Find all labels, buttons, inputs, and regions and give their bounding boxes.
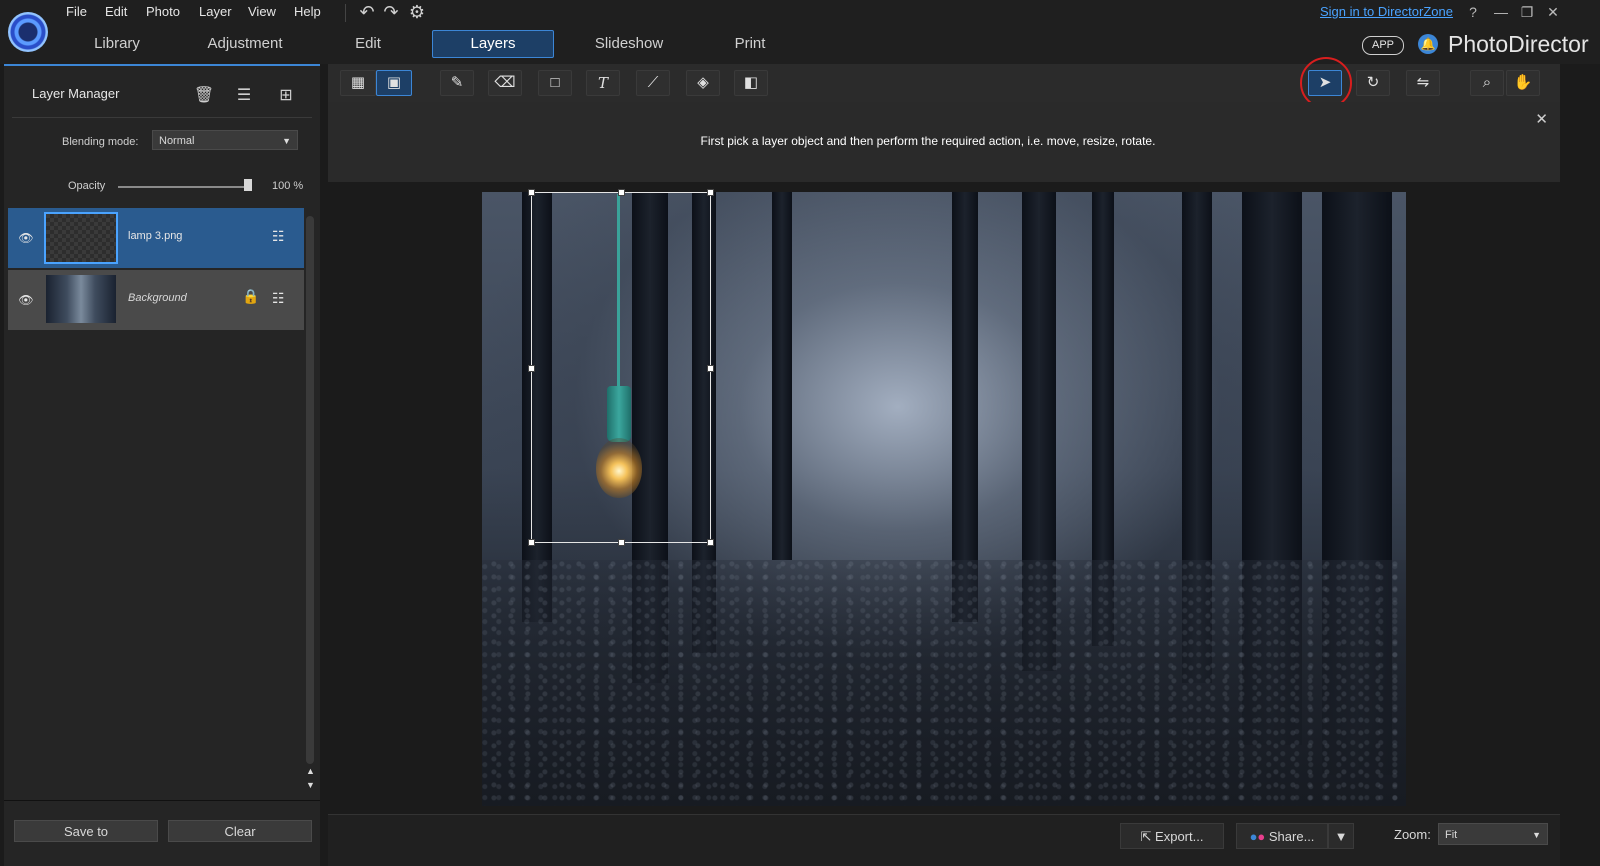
layer-name: Background bbox=[128, 292, 187, 304]
add-layer-icon[interactable]: ⊞ bbox=[274, 84, 298, 108]
resize-handle[interactable] bbox=[618, 539, 625, 546]
tab-layers[interactable]: Layers bbox=[432, 30, 554, 58]
zoom-value: Fit bbox=[1445, 829, 1458, 841]
tree-trunk bbox=[772, 192, 792, 561]
export-button[interactable]: ⇱ Export... bbox=[1120, 823, 1224, 849]
close-button[interactable]: ✕ bbox=[1542, 2, 1564, 22]
panel-divider bbox=[4, 800, 320, 801]
rectangle-icon[interactable]: □ bbox=[538, 70, 572, 96]
forest-floor bbox=[482, 560, 1406, 806]
save-to-button[interactable]: Save to bbox=[14, 820, 158, 842]
close-icon[interactable]: ✕ bbox=[1535, 110, 1548, 128]
menu-layer[interactable]: Layer bbox=[199, 2, 232, 22]
selection-box[interactable] bbox=[528, 189, 714, 546]
layer-row-background[interactable]: 👁 Background 🔒 ☷ bbox=[8, 270, 304, 330]
share-button[interactable]: ●● Share... bbox=[1236, 823, 1328, 849]
blending-mode-value: Normal bbox=[159, 135, 195, 147]
opacity-slider-track[interactable] bbox=[118, 186, 252, 188]
pan-hand-icon[interactable]: ✋ bbox=[1506, 70, 1540, 96]
share-dropdown-button[interactable]: ▼ bbox=[1328, 823, 1354, 849]
opacity-slider-thumb[interactable] bbox=[244, 179, 252, 191]
layer-manager-panel: Layer Manager 🗑 ☰ ⊞ Blending mode: Norma… bbox=[4, 64, 320, 866]
top-bar: File Edit Photo Layer View Help ↶ ↷ ⚙ Li… bbox=[0, 0, 1600, 64]
help-button[interactable]: ? bbox=[1462, 2, 1484, 22]
resize-handle[interactable] bbox=[707, 365, 714, 372]
image-mode-icon[interactable]: ▣ bbox=[376, 70, 412, 96]
resize-handle[interactable] bbox=[618, 189, 625, 196]
app-logo-icon bbox=[8, 12, 48, 52]
scroll-down-icon[interactable]: ▼ bbox=[306, 780, 315, 790]
app-badge[interactable]: APP bbox=[1362, 36, 1404, 55]
share-label: Share... bbox=[1268, 829, 1315, 844]
restore-button[interactable]: ❐ bbox=[1516, 2, 1538, 22]
text-icon[interactable]: T bbox=[586, 70, 620, 96]
opacity-value: 100 % bbox=[272, 180, 304, 192]
menu-edit[interactable]: Edit bbox=[105, 2, 127, 22]
resize-handle[interactable] bbox=[707, 539, 714, 546]
layer-properties-icon[interactable]: ☷ bbox=[272, 290, 285, 307]
panel-title: Layer Manager bbox=[32, 86, 120, 101]
gear-icon[interactable]: ⚙ bbox=[406, 0, 428, 24]
menu-photo[interactable]: Photo bbox=[146, 2, 180, 22]
zoom-label: Zoom: bbox=[1394, 827, 1431, 842]
resize-handle[interactable] bbox=[528, 189, 535, 196]
eraser-icon[interactable]: ⌫ bbox=[488, 70, 522, 96]
redo-icon[interactable]: ↷ bbox=[380, 0, 402, 24]
gradient-icon[interactable]: ◧ bbox=[734, 70, 768, 96]
sign-in-link[interactable]: Sign in to DirectorZone bbox=[1320, 4, 1453, 19]
tab-slideshow[interactable]: Slideshow bbox=[574, 30, 684, 58]
resize-handle[interactable] bbox=[707, 189, 714, 196]
menu-view[interactable]: View bbox=[248, 2, 276, 22]
layer-thumbnail bbox=[44, 212, 118, 264]
share-icon-dot: ● bbox=[1257, 829, 1269, 844]
trash-icon[interactable]: 🗑 bbox=[192, 84, 216, 108]
layer-list-scrollbar[interactable] bbox=[306, 216, 314, 764]
menu-file[interactable]: File bbox=[66, 2, 87, 22]
rotate-icon[interactable]: ↻ bbox=[1356, 70, 1390, 96]
pencil-icon[interactable]: ✎ bbox=[440, 70, 474, 96]
scroll-up-icon[interactable]: ▲ bbox=[306, 766, 315, 776]
zoom-icon[interactable]: ⌕ bbox=[1470, 70, 1504, 96]
layer-row-lamp[interactable]: 👁 lamp 3.png ☷ bbox=[8, 208, 304, 268]
tab-edit[interactable]: Edit bbox=[328, 30, 408, 58]
export-label: Export... bbox=[1155, 829, 1204, 844]
eye-icon[interactable]: 👁 bbox=[16, 228, 36, 248]
layer-thumbnail bbox=[46, 275, 116, 323]
blending-mode-select[interactable]: Normal ▼ bbox=[152, 130, 298, 150]
undo-icon[interactable]: ↶ bbox=[356, 0, 378, 24]
eye-icon[interactable]: 👁 bbox=[16, 290, 36, 310]
notification-icon[interactable]: 🔔 bbox=[1418, 34, 1438, 54]
zoom-select[interactable]: Fit ▼ bbox=[1438, 823, 1548, 845]
clear-button[interactable]: Clear bbox=[168, 820, 312, 842]
minimize-button[interactable]: — bbox=[1490, 2, 1512, 22]
panel-divider bbox=[12, 117, 312, 118]
flip-icon[interactable]: ⇋ bbox=[1406, 70, 1440, 96]
edit-toolbar: ▦ ▣ ✎ ⌫ □ T ⟋ ◈ ◧ ➤ ↻ ⇋ ⌕ ✋ bbox=[328, 64, 1560, 102]
menu-help[interactable]: Help bbox=[294, 2, 321, 22]
layer-menu-icon[interactable]: ☰ bbox=[232, 84, 256, 108]
resize-handle[interactable] bbox=[528, 539, 535, 546]
fill-bucket-icon[interactable]: ◈ bbox=[686, 70, 720, 96]
tree-trunk bbox=[952, 192, 978, 622]
tab-library[interactable]: Library bbox=[72, 30, 162, 58]
object-mode-icon[interactable]: ▦ bbox=[340, 70, 376, 96]
hint-bar: First pick a layer object and then perfo… bbox=[328, 102, 1560, 183]
export-icon: ⇱ bbox=[1140, 829, 1156, 844]
blending-mode-label: Blending mode: bbox=[62, 136, 139, 148]
opacity-label: Opacity bbox=[68, 180, 106, 192]
tab-print[interactable]: Print bbox=[710, 30, 790, 58]
chevron-down-icon: ▼ bbox=[1532, 830, 1541, 840]
brush-icon[interactable]: ⟋ bbox=[636, 70, 670, 96]
bottom-bar: ⇱ Export... ●● Share... ▼ Zoom: Fit ▼ bbox=[328, 814, 1560, 866]
menu-divider bbox=[345, 4, 346, 22]
layer-name: lamp 3.png bbox=[128, 230, 183, 242]
tab-adjustment[interactable]: Adjustment bbox=[190, 30, 300, 58]
layer-properties-icon[interactable]: ☷ bbox=[272, 228, 285, 245]
hint-text: First pick a layer object and then perfo… bbox=[700, 134, 1156, 148]
lock-icon[interactable]: 🔒 bbox=[242, 288, 259, 305]
brand-name: PhotoDirector bbox=[1448, 31, 1589, 57]
chevron-down-icon: ▼ bbox=[282, 136, 291, 146]
resize-handle[interactable] bbox=[528, 365, 535, 372]
